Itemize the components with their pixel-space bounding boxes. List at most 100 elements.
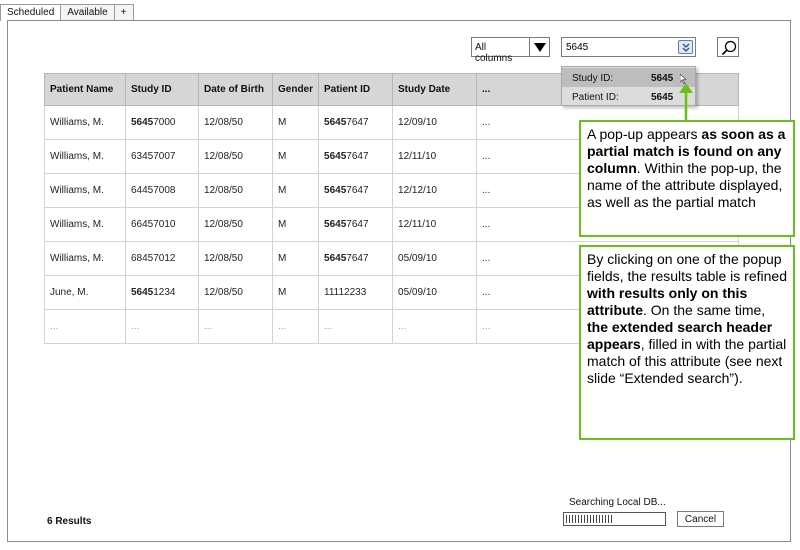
cell-patient-id: ...: [318, 309, 394, 344]
cell-text: M: [278, 253, 287, 264]
column-select[interactable]: All columns: [471, 37, 550, 64]
cell-text: 12/08/50: [204, 219, 243, 230]
cell-text: Williams, M.: [50, 117, 104, 128]
search-input[interactable]: [562, 38, 672, 56]
cell-study-id: 56451234: [125, 275, 199, 310]
col-header-patient-id[interactable]: Patient ID: [318, 73, 394, 106]
cell-patient-id: 56457647: [318, 105, 394, 140]
cell-gender: M: [271, 105, 320, 140]
search-progress-bar: [563, 512, 666, 526]
cell-text: ...: [278, 321, 287, 332]
add-tab-button[interactable]: +: [113, 4, 134, 21]
cell-text: 12/08/50: [204, 117, 243, 128]
col-header-study-id[interactable]: Study ID: [125, 73, 199, 106]
cell-patient-name: Williams, M.: [44, 173, 126, 208]
match-highlight: 5645: [324, 185, 347, 196]
cell-text: 7000: [153, 117, 176, 128]
cell-date-of-birth: 12/08/50: [198, 207, 273, 242]
cell-text: ...: [482, 117, 491, 128]
match-highlight: 5645: [324, 253, 347, 264]
cell-text: ...: [204, 321, 213, 332]
cell-text: 7647: [346, 253, 369, 264]
search-button[interactable]: [717, 37, 739, 57]
cell-date-of-birth: 12/08/50: [198, 275, 273, 310]
cell-study-id: 63457007: [125, 139, 199, 174]
cell-text: ...: [482, 151, 491, 162]
cell-patient-name: ...: [44, 309, 126, 344]
popup-item-label: Patient ID:: [572, 92, 619, 103]
cell-text: Williams, M.: [50, 185, 104, 196]
cell-text: ...: [482, 321, 491, 332]
cell-patient-id: 56457647: [318, 173, 394, 208]
note-text: . On the same time,: [643, 302, 766, 318]
cell-text: ...: [482, 219, 491, 230]
cell-gender: M: [271, 139, 320, 174]
cell-text: M: [278, 117, 287, 128]
cell-text: ...: [131, 321, 140, 332]
col-header-patient-name[interactable]: Patient Name: [44, 73, 126, 106]
annotation-popup-note: A pop-up appears as soon as a partial ma…: [579, 120, 795, 237]
dropdown-arrow-icon[interactable]: [529, 38, 549, 56]
expand-popup-icon[interactable]: [678, 40, 693, 54]
cell-study-date: 05/09/10: [392, 275, 478, 310]
cancel-button[interactable]: Cancel: [677, 511, 724, 527]
cell-study-id: ...: [125, 309, 199, 344]
cell-text: 12/11/10: [398, 219, 437, 230]
cell-date-of-birth: 12/08/50: [198, 139, 273, 174]
cell-text: 12/08/50: [204, 253, 243, 264]
column-select-value: All columns: [475, 42, 513, 64]
note-text: A pop-up appears: [587, 126, 702, 142]
tab-scheduled[interactable]: Scheduled: [0, 4, 62, 21]
cell-patient-name: June, M.: [44, 275, 126, 310]
cell-gender: M: [271, 275, 320, 310]
note-text: By clicking on one of the popup fields, …: [587, 251, 787, 284]
cell-text: 64457008: [131, 185, 176, 196]
results-count: 6 Results: [47, 516, 92, 527]
cell-text: M: [278, 219, 287, 230]
cell-study-date: 12/11/10: [392, 139, 478, 174]
tab-available[interactable]: Available: [60, 4, 115, 21]
cell-text: 12/08/50: [204, 185, 243, 196]
cell-gender: M: [271, 207, 320, 242]
cell-date-of-birth: 12/08/50: [198, 105, 273, 140]
cell-patient-name: Williams, M.: [44, 139, 126, 174]
cell-study-id: 68457012: [125, 241, 199, 276]
cell-text: ...: [482, 253, 491, 264]
match-highlight: 5645: [324, 219, 347, 230]
cell-patient-name: Williams, M.: [44, 241, 126, 276]
match-highlight: 5645: [131, 287, 154, 298]
cell-study-id: 64457008: [125, 173, 199, 208]
col-header-date-of-birth[interactable]: Date of Birth: [198, 73, 273, 106]
cell-patient-id: 56457647: [318, 241, 394, 276]
cell-study-date: 12/12/10: [392, 173, 478, 208]
cell-study-date: 12/11/10: [392, 207, 478, 242]
cell-date-of-birth: ...: [198, 309, 273, 344]
cell-text: ...: [482, 287, 491, 298]
cell-date-of-birth: 12/08/50: [198, 173, 273, 208]
col-header-study-date[interactable]: Study Date: [392, 73, 478, 106]
match-highlight: 5645: [324, 151, 347, 162]
cell-text: Williams, M.: [50, 253, 104, 264]
cell-text: 7647: [346, 219, 369, 230]
cell-patient-id: 11112233: [318, 275, 394, 310]
cell-text: 12/08/50: [204, 287, 243, 298]
cell-patient-id: 56457647: [318, 207, 394, 242]
cell-patient-name: Williams, M.: [44, 207, 126, 242]
cell-study-date: 05/09/10: [392, 241, 478, 276]
magnifier-icon: [721, 40, 737, 56]
match-highlight: 5645: [131, 117, 154, 128]
cell-text: ...: [50, 321, 59, 332]
search-box: [561, 37, 696, 57]
col-header-gender[interactable]: Gender: [271, 73, 320, 106]
cell-text: 66457010: [131, 219, 176, 230]
cell-study-date: 12/09/10: [392, 105, 478, 140]
cell-text: 7647: [346, 185, 369, 196]
cell-study-date: ...: [392, 309, 478, 344]
cell-date-of-birth: 12/08/50: [198, 241, 273, 276]
cell-patient-name: Williams, M.: [44, 105, 126, 140]
annotation-refine-note: By clicking on one of the popup fields, …: [579, 245, 795, 440]
cell-text: 1234: [153, 287, 176, 298]
callout-arrow-icon: [679, 83, 693, 120]
cell-study-id: 66457010: [125, 207, 199, 242]
cell-text: Williams, M.: [50, 219, 104, 230]
